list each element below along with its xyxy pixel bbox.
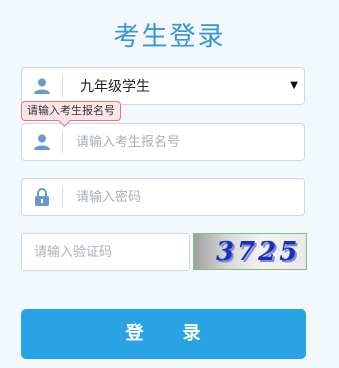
page-title: 考生登录: [113, 22, 226, 52]
password-placeholder: 请输入密码: [76, 190, 142, 205]
chevron-down-icon: ▼: [290, 80, 298, 91]
captcha-image[interactable]: 3725: [193, 233, 307, 270]
login-button[interactable]: 登 录: [21, 309, 306, 359]
captcha-placeholder: 请输入验证码: [34, 245, 113, 260]
captcha-text: 3725: [216, 237, 301, 267]
username-placeholder: 请输入考生报名号: [76, 135, 181, 150]
user-icon: [22, 68, 62, 104]
grade-select-value: 九年级学生: [80, 79, 150, 95]
validation-tooltip: 请输入考生报名号: [21, 101, 121, 127]
grade-select[interactable]: 九年级学生 ▼: [21, 67, 305, 105]
password-field[interactable]: 请输入密码: [21, 178, 305, 216]
user-icon: [22, 124, 62, 160]
username-field[interactable]: 请输入考生报名号: [21, 123, 305, 161]
tooltip-text: 请输入考生报名号: [27, 104, 115, 117]
lock-icon: [22, 179, 62, 215]
captcha-input[interactable]: 请输入验证码: [21, 233, 190, 271]
